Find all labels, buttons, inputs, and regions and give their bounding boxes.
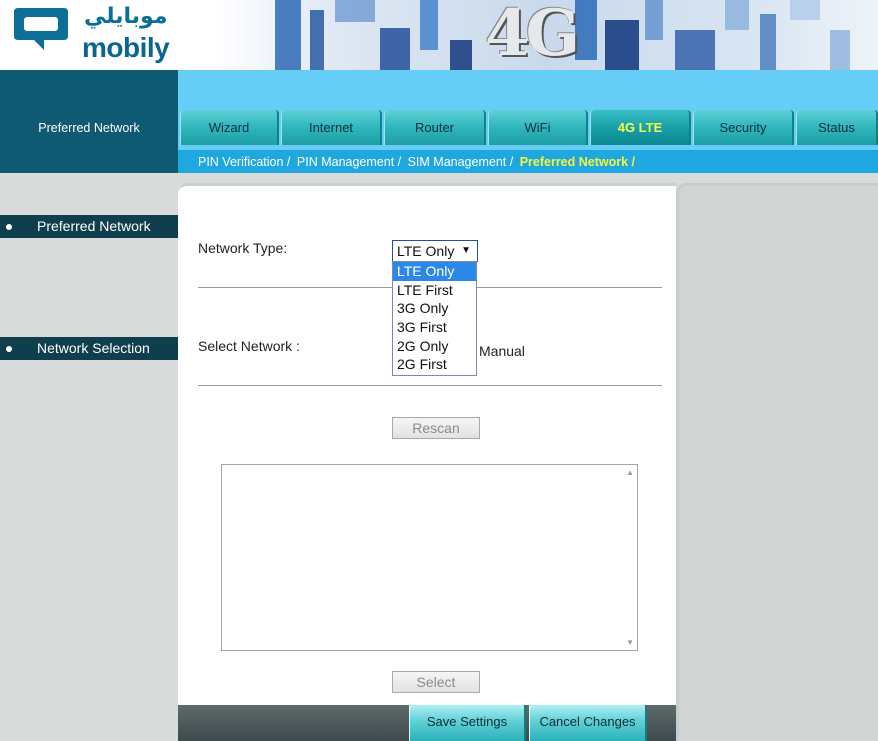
mobily-logo[interactable]: موبايلي mobily	[10, 4, 170, 66]
right-panel	[676, 183, 878, 741]
breadcrumb-pin-management[interactable]: PIN Management /	[297, 155, 401, 169]
mobily-logo-icon	[14, 8, 68, 50]
section-title: Preferred Network	[38, 121, 140, 135]
network-list[interactable]: ▲ ▼	[221, 464, 638, 651]
sidebar-item-network-selection[interactable]: Network Selection	[0, 337, 178, 360]
option-3g-first[interactable]: 3G First	[393, 318, 476, 337]
network-type-value: LTE Only	[397, 243, 455, 259]
option-2g-only[interactable]: 2G Only	[393, 337, 476, 356]
brand-name-arabic: موبايلي	[84, 4, 168, 29]
brand-name: mobily	[82, 32, 170, 63]
main-panel: Network Type: LTE Only ▼ Select Network …	[178, 183, 676, 713]
tab-4g-lte[interactable]: 4G LTE	[590, 110, 691, 145]
sidebar-item-preferred-network[interactable]: Preferred Network	[0, 215, 178, 238]
header: موبايلي mobily 4G	[0, 0, 878, 70]
divider	[198, 385, 662, 386]
network-type-select[interactable]: LTE Only ▼	[392, 240, 478, 262]
sidebar-item-label: Preferred Network	[37, 218, 151, 234]
scroll-up-icon[interactable]: ▲	[626, 468, 634, 477]
breadcrumb-preferred-network[interactable]: Preferred Network /	[520, 155, 635, 169]
breadcrumb-pin-verification[interactable]: PIN Verification /	[198, 155, 290, 169]
sidebar-item-label: Network Selection	[37, 340, 150, 356]
network-type-label: Network Type:	[198, 240, 288, 256]
select-network-label: Select Network :	[198, 338, 300, 354]
action-bar: Save Settings Cancel Changes	[178, 705, 676, 741]
network-type-dropdown: LTE Only LTE First 3G Only 3G First 2G O…	[392, 261, 477, 376]
banner-4g-text: 4G	[485, 0, 580, 70]
tab-security[interactable]: Security	[693, 110, 794, 145]
sidebar: Preferred Network Network Selection	[0, 173, 190, 741]
save-settings-button[interactable]: Save Settings	[409, 705, 526, 741]
banner: 4G	[215, 0, 878, 70]
breadcrumb: PIN Verification / PIN Management / SIM …	[178, 150, 878, 173]
tab-internet[interactable]: Internet	[281, 110, 382, 145]
option-3g-only[interactable]: 3G Only	[393, 299, 476, 318]
option-lte-first[interactable]: LTE First	[393, 281, 476, 300]
cancel-changes-button[interactable]: Cancel Changes	[529, 705, 647, 741]
rescan-button[interactable]: Rescan	[392, 417, 480, 439]
bullet-icon	[6, 346, 12, 352]
tab-router[interactable]: Router	[384, 110, 486, 145]
section-header: Preferred Network	[0, 70, 178, 173]
manual-option[interactable]: Manual	[479, 343, 525, 359]
breadcrumb-sim-management[interactable]: SIM Management /	[408, 155, 514, 169]
scroll-down-icon[interactable]: ▼	[626, 638, 634, 647]
tab-status[interactable]: Status	[796, 110, 878, 145]
chevron-down-icon: ▼	[461, 245, 471, 256]
select-button[interactable]: Select	[392, 671, 480, 693]
tab-wifi[interactable]: WiFi	[488, 110, 588, 145]
option-lte-only[interactable]: LTE Only	[393, 262, 476, 281]
option-2g-first[interactable]: 2G First	[393, 355, 476, 374]
bullet-icon	[6, 224, 12, 230]
tab-wizard[interactable]: Wizard	[180, 110, 279, 145]
